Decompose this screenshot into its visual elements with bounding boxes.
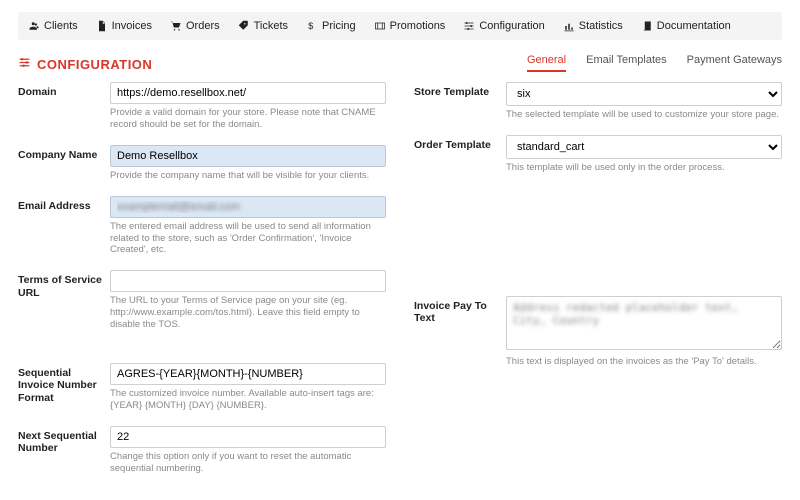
nav-promotions-label: Promotions <box>390 20 446 32</box>
tos-label: Terms of Service URL <box>18 270 110 331</box>
order-template-help: This template will be used only in the o… <box>506 162 782 174</box>
tab-email-templates[interactable]: Email Templates <box>586 54 667 72</box>
nav-invoices[interactable]: Invoices <box>96 20 152 32</box>
tos-input[interactable] <box>110 270 386 292</box>
email-help: The entered email address will be used t… <box>110 221 386 257</box>
dollar-icon: $ <box>306 20 318 32</box>
subtabs: General Email Templates Payment Gateways <box>527 54 782 72</box>
nav-tickets-label: Tickets <box>254 20 288 32</box>
users-icon <box>28 20 40 32</box>
invoice-format-label: Sequential Invoice Number Format <box>18 363 110 412</box>
nav-orders[interactable]: Orders <box>170 20 220 32</box>
tab-payment-gateways[interactable]: Payment Gateways <box>687 54 782 72</box>
sliders-icon <box>18 56 31 72</box>
nav-pricing-label: Pricing <box>322 20 356 32</box>
nav-promotions[interactable]: Promotions <box>374 20 446 32</box>
nav-orders-label: Orders <box>186 20 220 32</box>
nav-documentation[interactable]: Documentation <box>641 20 731 32</box>
next-seq-label: Next Sequential Number <box>18 426 110 475</box>
nav-statistics[interactable]: Statistics <box>563 20 623 32</box>
chart-icon <box>563 20 575 32</box>
tos-help: The URL to your Terms of Service page on… <box>110 295 386 331</box>
book-icon <box>641 20 653 32</box>
top-nav: Clients Invoices Orders Tickets $ Pricin… <box>18 12 782 40</box>
nav-documentation-label: Documentation <box>657 20 731 32</box>
tag-icon <box>238 20 250 32</box>
payto-label: Invoice Pay To Text <box>414 296 506 368</box>
page-title: CONFIGURATION <box>18 56 152 72</box>
tab-general[interactable]: General <box>527 54 566 72</box>
store-template-label: Store Template <box>414 82 506 121</box>
nav-configuration[interactable]: Configuration <box>463 20 544 32</box>
nav-invoices-label: Invoices <box>112 20 152 32</box>
nav-statistics-label: Statistics <box>579 20 623 32</box>
store-template-select[interactable]: six <box>506 82 782 106</box>
domain-help: Provide a valid domain for your store. P… <box>110 107 386 131</box>
payto-textarea[interactable] <box>506 296 782 350</box>
invoice-format-input[interactable] <box>110 363 386 385</box>
nav-pricing[interactable]: $ Pricing <box>306 20 356 32</box>
nav-clients[interactable]: Clients <box>28 20 78 32</box>
payto-help: This text is displayed on the invoices a… <box>506 356 782 368</box>
company-input[interactable] <box>110 145 386 167</box>
domain-input[interactable] <box>110 82 386 104</box>
file-icon <box>96 20 108 32</box>
page-title-text: CONFIGURATION <box>37 57 152 72</box>
email-input[interactable] <box>110 196 386 218</box>
order-template-select[interactable]: standard_cart <box>506 135 782 159</box>
store-template-help: The selected template will be used to cu… <box>506 109 782 121</box>
order-template-label: Order Template <box>414 135 506 174</box>
nav-clients-label: Clients <box>44 20 78 32</box>
sliders-icon <box>463 20 475 32</box>
nav-configuration-label: Configuration <box>479 20 544 32</box>
next-seq-help: Change this option only if you want to r… <box>110 451 386 475</box>
svg-text:$: $ <box>308 21 313 31</box>
email-label: Email Address <box>18 196 110 257</box>
promo-icon <box>374 20 386 32</box>
company-help: Provide the company name that will be vi… <box>110 170 386 182</box>
next-seq-input[interactable] <box>110 426 386 448</box>
company-label: Company Name <box>18 145 110 182</box>
cart-icon <box>170 20 182 32</box>
invoice-format-help: The customized invoice number. Available… <box>110 388 386 412</box>
nav-tickets[interactable]: Tickets <box>238 20 288 32</box>
domain-label: Domain <box>18 82 110 131</box>
